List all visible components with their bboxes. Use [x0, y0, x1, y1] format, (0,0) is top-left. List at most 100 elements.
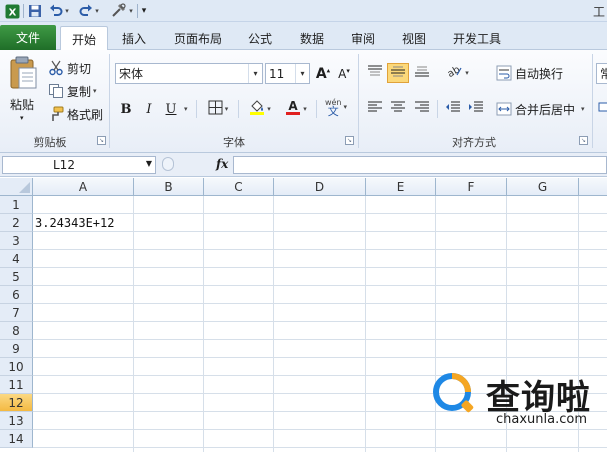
gridline: [33, 267, 607, 268]
font-name-dropdown-icon[interactable]: ▾: [248, 64, 262, 83]
column-header-d[interactable]: D: [274, 178, 366, 196]
row-header-1[interactable]: 1: [0, 196, 33, 214]
gridline: [203, 196, 204, 452]
copy-button[interactable]: 复制 ▾: [48, 82, 97, 100]
font-color-dropdown-icon[interactable]: ▾: [303, 105, 307, 113]
undo-button[interactable]: ▾: [48, 3, 70, 19]
tools-dropdown-icon[interactable]: ▾: [129, 7, 133, 15]
phonetic-char: 文: [327, 105, 339, 118]
align-middle-button[interactable]: [387, 63, 409, 83]
column-header-g[interactable]: G: [507, 178, 579, 196]
clipboard-dialog-launcher-icon[interactable]: ↘: [97, 136, 106, 145]
column-header-e[interactable]: E: [366, 178, 436, 196]
font-name-combo[interactable]: 宋体 ▾: [115, 63, 263, 84]
align-center-icon: [390, 100, 406, 118]
insert-function-icon[interactable]: fx: [216, 157, 228, 171]
currency-format-icon: [598, 100, 607, 118]
format-painter-button[interactable]: 格式刷: [48, 105, 103, 123]
orientation-button[interactable]: ab ▾: [443, 63, 471, 83]
tab-formulas[interactable]: 公式: [240, 27, 280, 50]
align-center-button[interactable]: [387, 99, 409, 119]
underline-button[interactable]: U: [162, 99, 180, 119]
underline-dropdown-icon[interactable]: ▾: [184, 105, 188, 113]
merge-center-dropdown-icon[interactable]: ▾: [581, 105, 585, 113]
tab-insert[interactable]: 插入: [114, 27, 154, 50]
tools-button[interactable]: ▾: [110, 2, 134, 21]
row-header-13[interactable]: 13: [0, 412, 33, 430]
row-header-6[interactable]: 6: [0, 286, 33, 304]
font-size-combo[interactable]: 11 ▾: [265, 63, 310, 84]
row-header-4[interactable]: 4: [0, 250, 33, 268]
formula-bar-splitter[interactable]: [162, 157, 174, 171]
tab-home[interactable]: 开始: [60, 26, 108, 51]
phonetic-dropdown-icon[interactable]: ▾: [344, 103, 348, 111]
excel-logo-icon[interactable]: X: [4, 3, 20, 19]
tab-page-layout[interactable]: 页面布局: [166, 27, 230, 50]
font-size-dropdown-icon[interactable]: ▾: [295, 64, 309, 83]
wrap-text-label: 自动换行: [515, 66, 564, 81]
tab-data[interactable]: 数据: [292, 27, 332, 50]
wrap-text-button[interactable]: 自动换行: [496, 64, 563, 82]
borders-dropdown-icon[interactable]: ▾: [225, 105, 229, 113]
row-header-5[interactable]: 5: [0, 268, 33, 286]
undo-icon: [49, 3, 63, 20]
cell-a2[interactable]: 3.24343E+12: [35, 216, 114, 230]
align-top-button[interactable]: [364, 63, 386, 83]
align-bottom-button[interactable]: [411, 63, 433, 83]
redo-button[interactable]: ▾: [78, 3, 100, 19]
gridline: [33, 249, 607, 250]
row-header-9[interactable]: 9: [0, 340, 33, 358]
tools-icon: [111, 2, 127, 21]
formula-input[interactable]: [233, 156, 607, 174]
align-left-button[interactable]: [364, 99, 386, 119]
merge-center-icon: [496, 101, 512, 117]
name-box[interactable]: L12 ▼: [2, 156, 156, 174]
number-format-combo[interactable]: 常: [596, 63, 607, 84]
row-header-14[interactable]: 14: [0, 430, 33, 448]
align-right-button[interactable]: [411, 99, 433, 119]
italic-button[interactable]: I: [140, 99, 158, 119]
fill-color-dropdown-icon[interactable]: ▾: [267, 105, 271, 113]
save-icon[interactable]: [27, 3, 43, 19]
row-header-2[interactable]: 2: [0, 214, 33, 232]
cut-button[interactable]: 剪切: [48, 59, 91, 77]
column-header-h[interactable]: [579, 178, 607, 196]
currency-format-button[interactable]: [598, 99, 607, 119]
paste-icon: [8, 56, 38, 93]
increase-indent-button[interactable]: [465, 99, 487, 119]
borders-button[interactable]: ▾: [203, 99, 233, 119]
column-header-b[interactable]: B: [134, 178, 204, 196]
merge-center-button[interactable]: 合并后居中 ▾: [496, 100, 585, 118]
row-header-8[interactable]: 8: [0, 322, 33, 340]
decrease-indent-button[interactable]: [442, 99, 464, 119]
column-header-c[interactable]: C: [204, 178, 274, 196]
tab-view[interactable]: 视图: [394, 27, 434, 50]
undo-dropdown-icon[interactable]: ▾: [65, 7, 69, 15]
tab-file[interactable]: 文件: [0, 25, 56, 50]
fill-color-button[interactable]: ▾: [245, 99, 275, 119]
name-box-dropdown-icon[interactable]: ▼: [146, 159, 152, 168]
bold-button[interactable]: B: [117, 99, 135, 119]
redo-dropdown-icon[interactable]: ▾: [95, 7, 99, 15]
row-header-10[interactable]: 10: [0, 358, 33, 376]
column-header-f[interactable]: F: [436, 178, 507, 196]
alignment-dialog-launcher-icon[interactable]: ↘: [579, 136, 588, 145]
shrink-font-button[interactable]: A▾: [335, 64, 353, 84]
select-all-button[interactable]: [0, 178, 33, 196]
row-header-11[interactable]: 11: [0, 376, 33, 394]
column-header-a[interactable]: A: [33, 178, 134, 196]
grow-font-button[interactable]: A▴: [314, 64, 332, 84]
row-header-12[interactable]: 12: [0, 394, 33, 412]
phonetic-button[interactable]: wén 文 ▾: [321, 97, 351, 117]
font-color-button[interactable]: A ▾: [281, 99, 311, 119]
tab-developer[interactable]: 开发工具: [444, 27, 510, 50]
orientation-dropdown-icon[interactable]: ▾: [465, 69, 469, 77]
paste-button[interactable]: 粘贴 ▾: [4, 54, 42, 128]
row-header-3[interactable]: 3: [0, 232, 33, 250]
customize-qat-icon[interactable]: ▾: [139, 3, 149, 19]
row-header-7[interactable]: 7: [0, 304, 33, 322]
font-dialog-launcher-icon[interactable]: ↘: [345, 136, 354, 145]
copy-dropdown-icon[interactable]: ▾: [93, 87, 97, 95]
tab-review[interactable]: 审阅: [343, 27, 383, 50]
clipboard-group-label: 剪贴板: [33, 136, 67, 149]
